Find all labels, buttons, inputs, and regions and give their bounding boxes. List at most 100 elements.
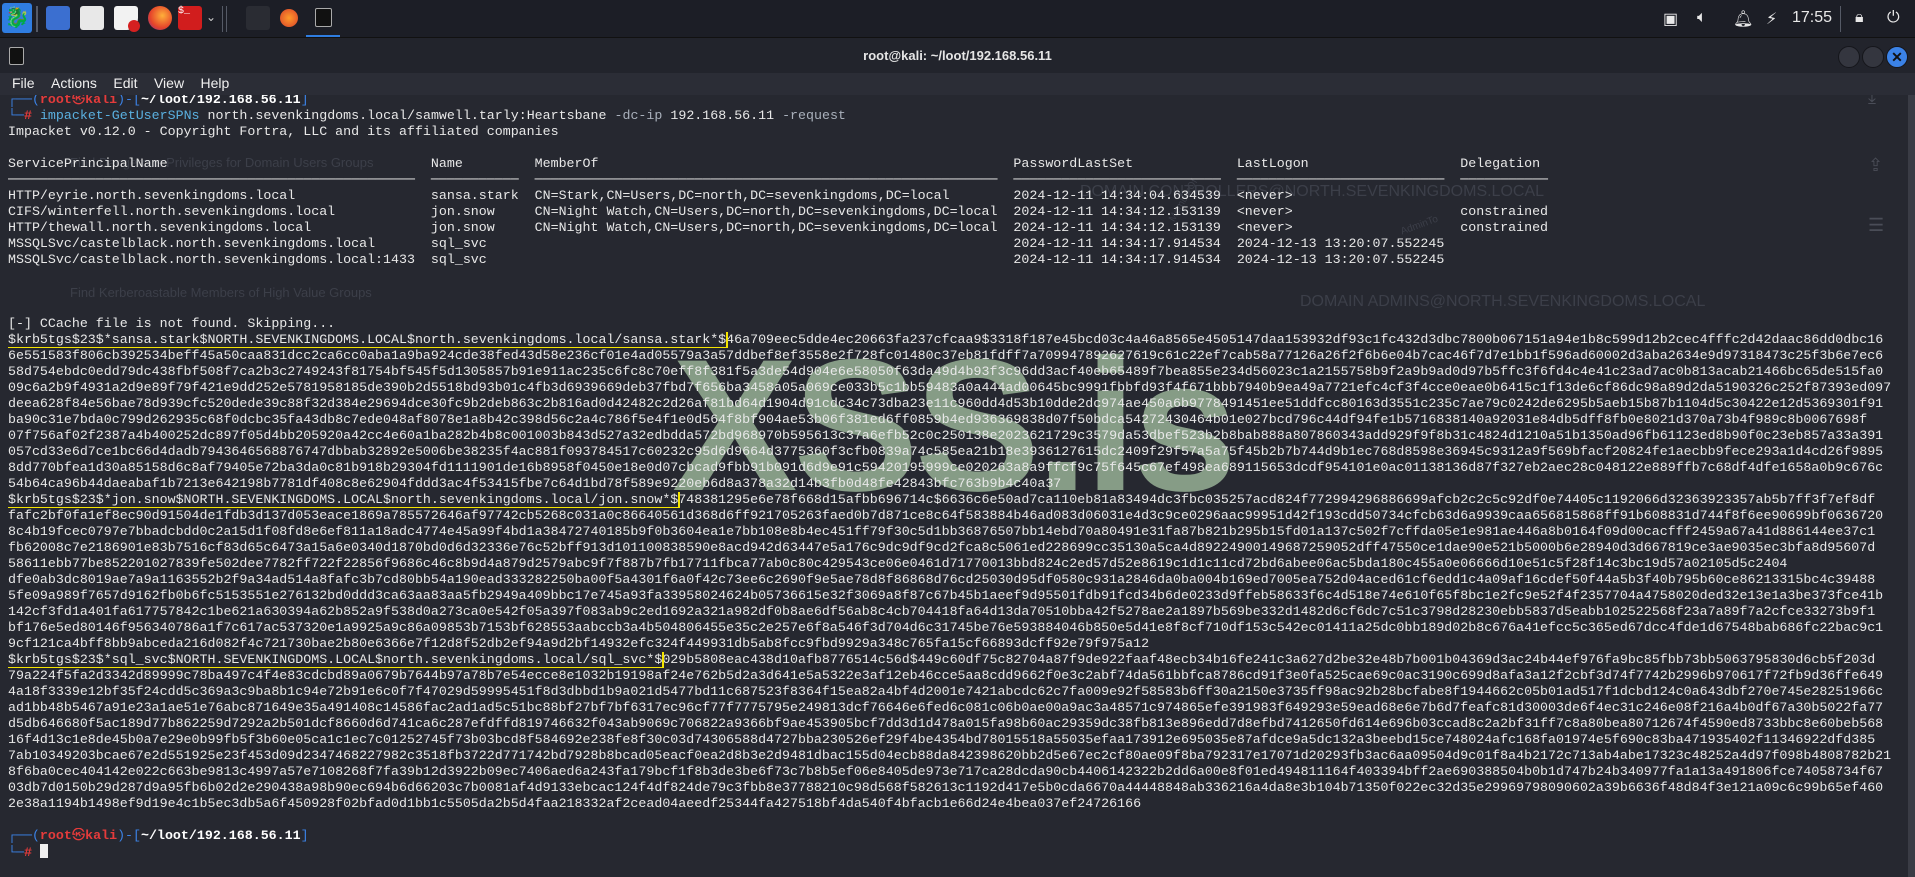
hash-text: ba90c31e7bda0c799d262935c68f0dcbc35fa43d… [8,412,1868,427]
download-icon: ⤓ [1868,95,1876,107]
window-titlebar[interactable]: root@kali: ~/loot/192.168.56.11 ✕ [0,37,1915,73]
hash-line: 09c6a2b9f4931a2d9e89f79f421e9dd252e57819… [8,380,1903,396]
hash-line: 54b64ca96b44daeabaf1b7213e642198b7781df4… [8,476,1903,492]
chevron-down-icon[interactable]: ⌄ [206,10,216,24]
hash-text: 7ab10349203bcae67e2d551925e23f453d09d234… [8,748,1892,763]
command-target: north.sevenkingdoms.local/samwell.tarly:… [207,108,607,123]
scrollbar[interactable] [1908,95,1915,877]
hash-line: d5db646680f5ac189d77b862259d7292a2b501dc… [8,716,1903,732]
close-button[interactable]: ✕ [1886,46,1908,68]
hash-line: 03db7d0150b29d287d9a95fb6b02d2e290438a98… [8,780,1903,796]
menu-help[interactable]: Help [201,75,230,91]
prompt-line: ┌──(root㉿kali)-[~/loot/192.168.56.11] [8,828,309,843]
hash-text: fb62008c7e2186901e83b7516cf83d65c6473a15… [8,540,1876,555]
prompt-cwd: ~/loot/192.168.56.11 [141,95,301,107]
network-icon[interactable]: ▣ [1663,9,1678,29]
taskbar-separator [1840,6,1841,32]
hash-text: 142cf3fd1a401fa617757842c1be621a630394a6… [8,604,1876,619]
workspace-icon[interactable] [46,6,70,30]
terminal-output: ┌──(root㉿kali)-[~/loot/192.168.56.11] └─… [8,95,1903,860]
table-row: MSSQLSvc/castelblack.north.sevenkingdoms… [8,252,1549,267]
hash-line: 7ab10349203bcae67e2d551925e23f453d09d234… [8,748,1903,764]
hash-line: fb62008c7e2186901e83b7516cf83d65c6473a15… [8,540,1903,556]
hash-line: dfe0ab3dc8019ae7a9a1163552b2f9a34ad514a8… [8,572,1903,588]
hash-text: 8dd770bfea1d30a85158d6c8af79405e72ba3da0… [8,460,1884,475]
notification-icon[interactable]: 🔔︎ [1733,9,1753,29]
hash-text: 9cf121ca4bff8bb9abceda216d082f4c721730ba… [8,636,1150,651]
text-editor-icon[interactable] [114,6,140,32]
clock[interactable]: 17:55 [1792,9,1832,27]
prompt-cwd: ~/loot/192.168.56.11 [141,828,301,843]
window-title: root@kali: ~/loot/192.168.56.11 [863,48,1052,63]
tgs-hashes: $krb5tgs$23$*sansa.stark$NORTH.SEVENKING… [8,332,1903,812]
hash-text: 4a18f3339e12bf35f24cdd5c369a3c9ba8b1c94e… [8,684,1884,699]
kali-menu-icon[interactable]: 🐉 [2,3,32,33]
at-symbol: ㉿ [71,95,86,107]
hash-text: 58d754ebdc0edd79dc438fbf508f7ca2b3c27492… [8,364,1884,379]
terminal-icon [315,8,332,27]
hash-text: ad1bb48b5467a91e23a1ae51e76abc871649e35a… [8,700,1884,715]
table-divider: ────────────────────────────────────────… [8,172,1549,187]
hash-line: 8c4b19fcec0797e7bbadcbdd0c2a15d1f08fd8e6… [8,524,1903,540]
hash-line: 6e551583f806cb392534beff45a50caa831dcc2c… [8,348,1903,364]
command-line: └─# impacket-GetUserSPNs north.sevenking… [8,108,846,123]
file-manager-icon[interactable] [80,6,104,30]
hash-line: 5fe09a989f7657d9162fb0b6fc5153551e276132… [8,588,1903,604]
hash-text: 09c6a2b9f4931a2d9e89f79f421e9dd252e57819… [8,380,1892,395]
hash-text: 46a709eec5dde4ec20663fa237cfcaa9$3318f18… [726,332,1884,347]
menu-actions[interactable]: Actions [51,75,97,91]
table-header: ServicePrincipalName Name MemberOf Passw… [8,156,1549,171]
hash-line: 8f6ba0cec404142e022c663be9813c4997a57e71… [8,764,1903,780]
hash-text: 8c4b19fcec0797e7bbadcbdd0c2a15d1f08fd8e6… [8,524,1876,539]
taskbar: 🐉 $_ ⌄ ▣ 🔈︎ 🔔︎ ⚡︎ 17:55 🔒︎ ⏻ [0,0,1915,37]
hash-line: 58611ebb77be852201027839fe502dee7782ff72… [8,556,1903,572]
highlighted-hash-prefix: $krb5tgs$23$*sql_svc$NORTH.SEVENKINGDOMS… [8,652,665,668]
hash-line: 057cd33e6d7ce1bc66d4dadb7943646568876747… [8,444,1903,460]
maximize-button[interactable] [1862,46,1884,68]
hash-text: 54b64ca96b44daeabaf1b7213e642198b7781df4… [8,476,1062,491]
hash-line: 142cf3fd1a401fa617757842c1be621a630394a6… [8,604,1903,620]
volume-icon[interactable]: 🔈︎ [1697,9,1707,27]
command-program: impacket-GetUserSPNs [39,108,200,123]
hash-first-line: $krb5tgs$23$*jon.snow$NORTH.SEVENKINGDOM… [8,492,1903,508]
firefox-icon[interactable] [148,6,172,30]
command-option: -request [782,108,846,123]
power-icon[interactable]: ⚡︎ [1766,9,1777,29]
hash-text: 16f4d13c1e8de45b0a7e29e0b99fb5f3b60e05ca… [8,732,1876,747]
terminal-area[interactable]: Find Dangerous Privileges for Domain Use… [0,95,1915,877]
highlighted-hash-prefix: $krb5tgs$23$*sansa.stark$NORTH.SEVENKING… [8,332,729,348]
prompt-line: ┌──(root㉿kali)-[~/loot/192.168.56.11] [8,95,1903,108]
taskbar-separator [226,6,227,32]
window-button-terminal[interactable] [306,0,340,37]
hash-text: d5db646680f5ac189d77b862259d7292a2b501dc… [8,716,1884,731]
window-button-firefox[interactable] [280,9,298,27]
lock-icon[interactable]: 🔒︎ [1855,9,1864,27]
menu-edit[interactable]: Edit [113,75,137,91]
table-row: CIFS/winterfell.north.sevenkingdoms.loca… [8,204,1549,219]
hash-text: 5fe09a989f7657d9162fb0b6fc5153551e276132… [8,588,1884,603]
menu-file[interactable]: File [12,75,35,91]
prompt-user: root [39,95,72,107]
text-cursor [39,844,48,858]
minimize-button[interactable] [1838,46,1860,68]
command-option: -dc-ip [614,108,663,123]
hash-line: 9cf121ca4bff8bb9abceda216d082f4c721730ba… [8,636,1903,652]
terminal-launcher-icon[interactable]: $_ [178,6,202,30]
input-line[interactable]: └─# [8,844,1903,860]
window-button-app[interactable] [246,6,270,30]
hash-line: 07f756af02f2387a4b400252dc897f05d4bb2059… [8,428,1903,444]
menu-bar: File Actions Edit View Help [0,73,1915,95]
hash-line: deea628f84e56bae78d939cfc520dede39c88f32… [8,396,1903,412]
hash-text: 58611ebb77be852201027839fe502dee7782ff72… [8,556,1788,571]
hash-text: 2e38a1194b1498ef9d19e4c1b5ec3db5a6f45092… [8,796,1142,811]
hash-line: 4a18f3339e12bf35f24cdd5c369a3c9ba8b1c94e… [8,684,1903,700]
menu-view[interactable]: View [154,75,184,91]
hash-line: 2e38a1194b1498ef9d19e4c1b5ec3db5a6f45092… [8,796,1903,812]
spn-table: ServicePrincipalName Name MemberOf Passw… [8,156,1903,268]
hash-line: 79a224f5fa2d3342d89999c78ba497c4f4e83cdc… [8,668,1903,684]
logout-icon[interactable]: ⏻ [1887,9,1900,27]
hash-line: ad1bb48b5467a91e23a1ae51e76abc871649e35a… [8,700,1903,716]
hash-line: fafc2bf0fa1ef8ec90d91504de1fdb3d137d053e… [8,508,1903,524]
